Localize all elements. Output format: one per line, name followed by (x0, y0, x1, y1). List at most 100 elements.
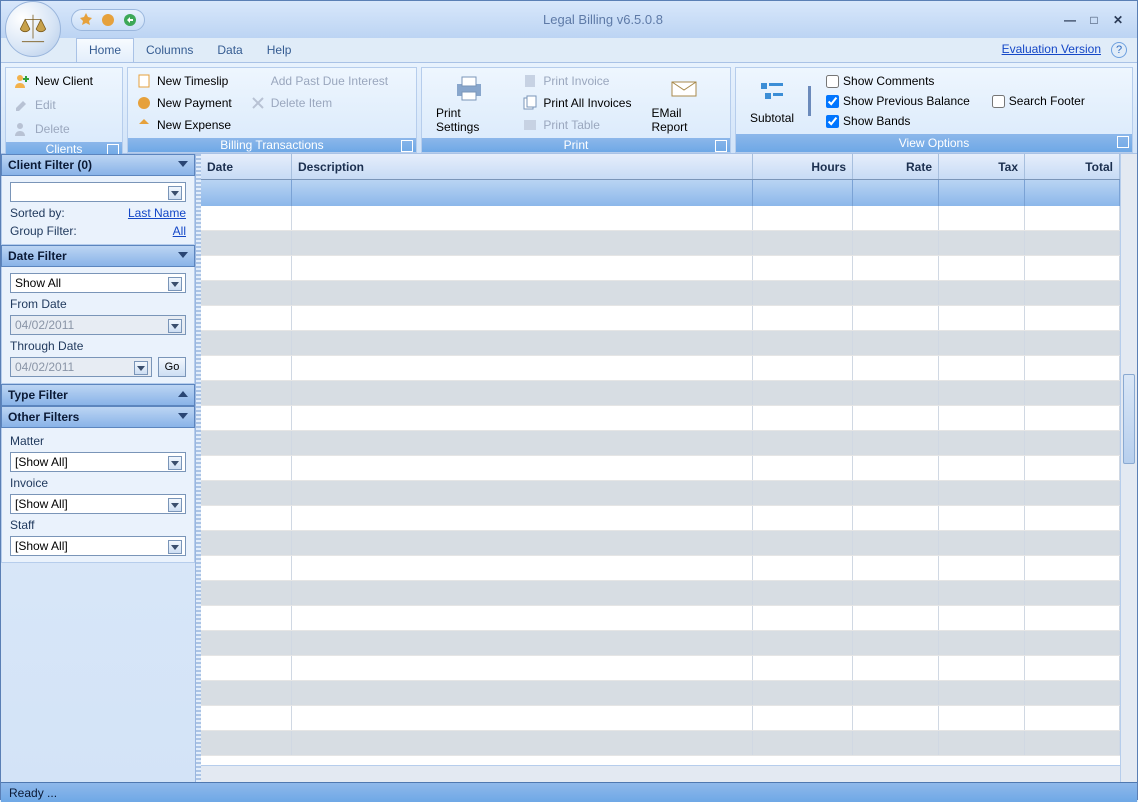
column-rate[interactable]: Rate (853, 154, 939, 179)
chevron-down-icon (134, 361, 148, 375)
qat-icon-1[interactable] (78, 12, 94, 28)
horizontal-scrollbar[interactable] (201, 765, 1120, 782)
other-filters-header[interactable]: Other Filters (1, 406, 195, 428)
qat-icon-3[interactable] (122, 12, 138, 28)
subtotal-dropdown[interactable] (808, 86, 816, 116)
table-icon (522, 117, 538, 133)
staff-combo[interactable]: [Show All] (10, 536, 186, 556)
column-description[interactable]: Description (292, 154, 753, 179)
grid-area: Date Description Hours Rate Tax Total (201, 154, 1137, 782)
table-row[interactable] (201, 456, 1120, 481)
table-row[interactable] (201, 681, 1120, 706)
title-bar: Legal Billing v6.5.0.8 — □ ✕ (1, 1, 1137, 38)
new-timeslip-button[interactable]: New Timeslip (132, 70, 236, 92)
show-comments-checkbox[interactable] (826, 75, 839, 88)
chevron-down-icon[interactable] (168, 456, 182, 470)
print-dialog-launcher[interactable] (715, 140, 727, 152)
add-past-due-button: Add Past Due Interest (246, 70, 392, 92)
view-dialog-launcher[interactable] (1117, 136, 1129, 148)
table-row[interactable] (201, 531, 1120, 556)
qat-icon-2[interactable] (100, 12, 116, 28)
chevron-down-icon[interactable] (168, 277, 182, 291)
from-date-label: From Date (10, 297, 186, 311)
table-row[interactable] (201, 281, 1120, 306)
table-row[interactable] (201, 481, 1120, 506)
table-row[interactable] (201, 581, 1120, 606)
table-row[interactable] (201, 556, 1120, 581)
new-payment-button[interactable]: New Payment (132, 92, 236, 114)
column-tax[interactable]: Tax (939, 154, 1025, 179)
maximize-button[interactable]: □ (1085, 13, 1103, 27)
window-title: Legal Billing v6.5.0.8 (145, 12, 1061, 27)
client-filter-combo[interactable] (10, 182, 186, 202)
status-bar: Ready ... (1, 782, 1137, 802)
group-print: Print Settings Print Invoice Print All I… (421, 67, 731, 153)
column-total[interactable]: Total (1025, 154, 1120, 179)
chevron-down-icon[interactable] (168, 186, 182, 200)
group-print-title: Print (564, 138, 589, 152)
person-minus-icon (14, 121, 30, 137)
ribbon: New Client Edit Delete Clients New Times… (1, 62, 1137, 154)
new-client-button[interactable]: New Client (10, 70, 118, 92)
group-billing-title: Billing Transactions (220, 138, 323, 152)
print-table-button: Print Table (518, 114, 635, 136)
group-view: Subtotal Show Comments Show Previous Bal… (735, 67, 1133, 153)
scrollbar-thumb[interactable] (1123, 374, 1135, 464)
column-hours[interactable]: Hours (753, 154, 853, 179)
date-filter-mode-combo[interactable]: Show All (10, 273, 186, 293)
matter-combo[interactable]: [Show All] (10, 452, 186, 472)
table-row[interactable] (201, 406, 1120, 431)
sorted-by-link[interactable]: Last Name (128, 206, 186, 220)
print-settings-button[interactable]: Print Settings (426, 70, 512, 136)
grid-filter-row[interactable] (201, 180, 1120, 206)
scissors-icon (250, 95, 266, 111)
client-filter-header[interactable]: Client Filter (0) (1, 154, 195, 176)
table-row[interactable] (201, 656, 1120, 681)
table-row[interactable] (201, 206, 1120, 231)
billing-dialog-launcher[interactable] (401, 140, 413, 152)
table-row[interactable] (201, 631, 1120, 656)
print-invoice-button: Print Invoice (518, 70, 635, 92)
tab-columns[interactable]: Columns (134, 39, 205, 62)
person-plus-icon (14, 73, 30, 89)
table-row[interactable] (201, 356, 1120, 381)
date-filter-go-button[interactable]: Go (158, 357, 186, 377)
grid-rows (201, 206, 1120, 765)
chevron-down-icon[interactable] (168, 498, 182, 512)
subtotal-button[interactable]: Subtotal (740, 75, 804, 127)
search-footer-checkbox[interactable] (992, 95, 1005, 108)
table-row[interactable] (201, 431, 1120, 456)
table-row[interactable] (201, 606, 1120, 631)
new-expense-button[interactable]: New Expense (132, 114, 236, 136)
table-row[interactable] (201, 256, 1120, 281)
table-row[interactable] (201, 306, 1120, 331)
table-row[interactable] (201, 706, 1120, 731)
column-date[interactable]: Date (201, 154, 292, 179)
envelope-icon (668, 72, 700, 104)
table-row[interactable] (201, 231, 1120, 256)
printer-icon (453, 72, 485, 104)
chevron-down-icon[interactable] (168, 540, 182, 554)
date-filter-header[interactable]: Date Filter (1, 245, 195, 267)
delete-client-button: Delete (10, 118, 118, 140)
print-all-invoices-button[interactable]: Print All Invoices (518, 92, 635, 114)
tab-help[interactable]: Help (255, 39, 304, 62)
vertical-scrollbar[interactable] (1120, 154, 1137, 782)
help-icon[interactable]: ? (1111, 42, 1127, 58)
close-button[interactable]: ✕ (1109, 13, 1127, 27)
tab-data[interactable]: Data (205, 39, 254, 62)
group-filter-link[interactable]: All (173, 224, 186, 238)
email-report-button[interactable]: EMail Report (641, 70, 726, 136)
evaluation-version-link[interactable]: Evaluation Version (1002, 42, 1101, 56)
table-row[interactable] (201, 381, 1120, 406)
table-row[interactable] (201, 331, 1120, 356)
table-row[interactable] (201, 506, 1120, 531)
invoice-combo[interactable]: [Show All] (10, 494, 186, 514)
minimize-button[interactable]: — (1061, 13, 1079, 27)
show-previous-balance-checkbox[interactable] (826, 95, 839, 108)
type-filter-header[interactable]: Type Filter (1, 384, 195, 406)
table-row[interactable] (201, 731, 1120, 756)
timeslip-icon (136, 73, 152, 89)
show-bands-checkbox[interactable] (826, 115, 839, 128)
tab-home[interactable]: Home (76, 38, 134, 62)
